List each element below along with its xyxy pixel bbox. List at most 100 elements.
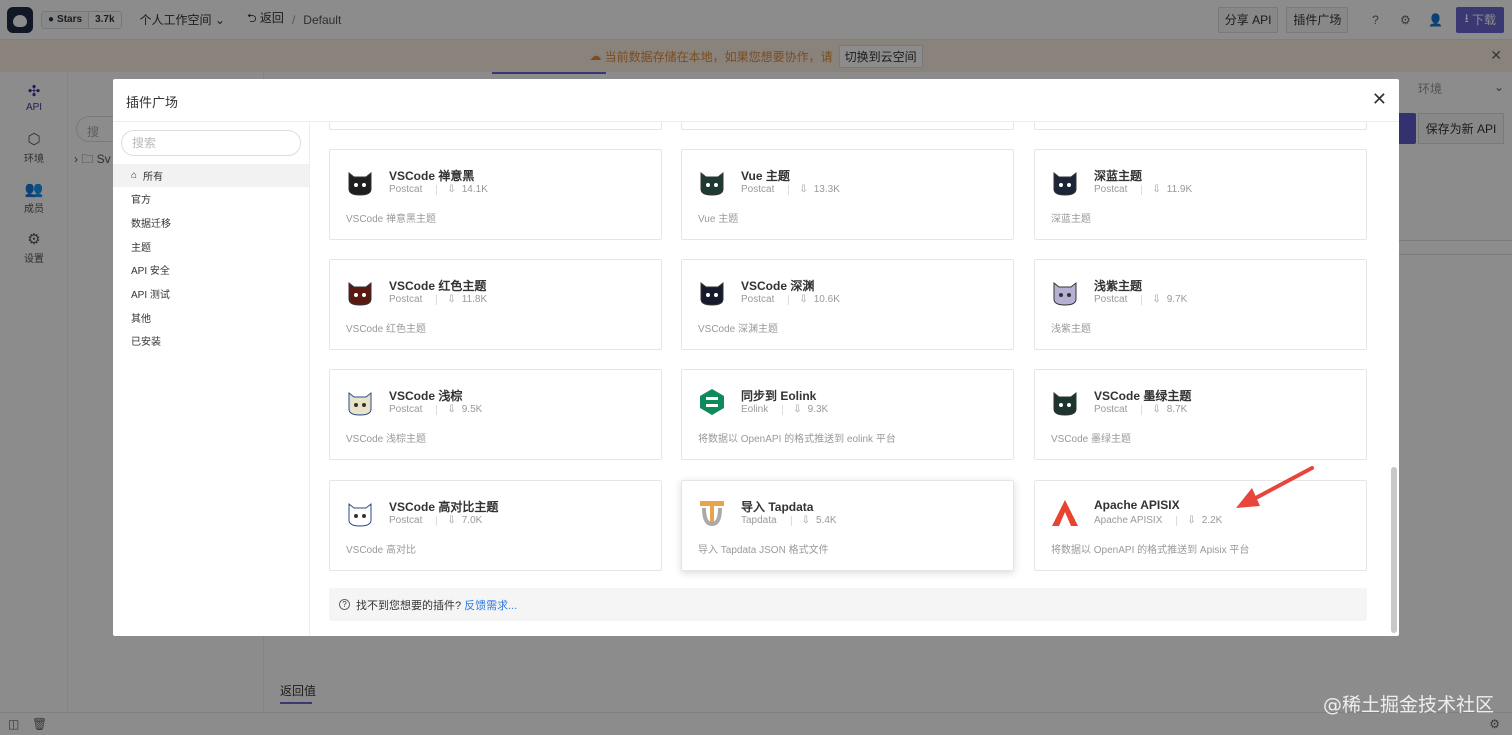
plugin-author: Postcat (741, 294, 775, 305)
category-api-security[interactable]: API 安全 (113, 258, 309, 281)
feedback-link[interactable]: 反馈需求... (464, 597, 517, 613)
plugin-name: VSCode 浅棕 (389, 389, 463, 403)
plugin-name: 导入 Tapdata (741, 500, 814, 514)
plugin-card[interactable] (681, 122, 1014, 130)
plugin-description: VSCode 禅意黑主题 (346, 214, 437, 225)
plugin-downloads: 8.7K (1166, 404, 1188, 415)
download-icon: ⇩ (801, 515, 810, 526)
category-installed[interactable]: 已安装 (113, 329, 309, 352)
download-icon: ⇩ (447, 404, 456, 415)
plugin-name: VSCode 红色主题 (389, 279, 487, 293)
divider (788, 294, 790, 305)
divider (1176, 515, 1178, 526)
plugin-author: Tapdata (741, 515, 777, 526)
category-theme[interactable]: 主题 (113, 235, 309, 258)
plugin-downloads: 5.4K (815, 515, 837, 526)
feedback-bar: ? 找不到您想要的插件? 反馈需求... (329, 588, 1367, 621)
plugin-card[interactable] (1034, 122, 1367, 130)
category-data-migration[interactable]: 数据迁移 (113, 211, 309, 234)
download-icon: ⇩ (1152, 404, 1161, 415)
divider (790, 515, 792, 526)
cat-icon (698, 277, 726, 307)
plugin-card[interactable]: 深蓝主题 Postcat ⇩ 11.9K 深蓝主题 (1034, 149, 1367, 240)
plugin-author: Postcat (1094, 294, 1128, 305)
divider (436, 294, 438, 305)
plugin-author: Postcat (1094, 184, 1128, 195)
plugin-market-dialog: 插件广场 ✕ ⌂所有 官方 数据迁移 主题 API 安全 API 测试 其他 已… (113, 79, 1399, 636)
plugin-name: 同步到 Eolink (741, 389, 817, 403)
plugin-name: VSCode 禅意黑 (389, 169, 475, 183)
plugin-card[interactable]: VSCode 浅棕 Postcat ⇩ 9.5K VSCode 浅棕主题 (329, 369, 662, 460)
plugin-description: 深蓝主题 (1051, 214, 1091, 225)
plugin-downloads: 13.3K (813, 184, 840, 195)
category-api-testing[interactable]: API 测试 (113, 282, 309, 305)
plugin-description: VSCode 红色主题 (346, 324, 427, 335)
plugin-card[interactable]: VSCode 墨绿主题 Postcat ⇩ 8.7K VSCode 墨绿主题 (1034, 369, 1367, 460)
category-official[interactable]: 官方 (113, 187, 309, 210)
plugin-downloads: 2.2K (1201, 515, 1223, 526)
plugin-name: VSCode 墨绿主题 (1094, 389, 1192, 403)
plugin-description: 将数据以 OpenAPI 的格式推送到 Apisix 平台 (1051, 545, 1250, 556)
plugin-name: Vue 主题 (741, 169, 790, 183)
plugin-downloads: 11.8K (461, 294, 488, 305)
category-other[interactable]: 其他 (113, 306, 309, 329)
plugin-downloads: 7.0K (461, 515, 483, 526)
divider (1141, 184, 1143, 195)
download-icon: ⇩ (799, 184, 808, 195)
divider (436, 184, 438, 195)
download-icon: ⇩ (1152, 184, 1161, 195)
plugin-card[interactable]: VSCode 高对比主题 Postcat ⇩ 7.0K VSCode 高对比 (329, 480, 662, 571)
plugin-downloads: 11.9K (1166, 184, 1193, 195)
plugin-name: Apache APISIX (1094, 498, 1180, 512)
download-icon: ⇩ (447, 184, 456, 195)
plugin-card[interactable]: 浅紫主题 Postcat ⇩ 9.7K 浅紫主题 (1034, 259, 1367, 350)
home-icon: ⌂ (131, 170, 138, 181)
arrow-shaft (1250, 466, 1314, 502)
plugin-card[interactable]: VSCode 深渊 Postcat ⇩ 10.6K VSCode 深渊主题 (681, 259, 1014, 350)
plugin-card[interactable]: VSCode 红色主题 Postcat ⇩ 11.8K VSCode 红色主题 (329, 259, 662, 350)
scrollbar[interactable] (1391, 467, 1397, 633)
plugin-author: Postcat (389, 294, 423, 305)
divider (788, 184, 790, 195)
download-icon: ⇩ (1152, 294, 1161, 305)
download-icon: ⇩ (799, 294, 808, 305)
divider (1141, 294, 1143, 305)
plugin-card[interactable]: 同步到 Eolink Eolink ⇩ 9.3K 将数据以 OpenAPI 的格式推送到… (681, 369, 1014, 460)
plugin-card[interactable] (329, 122, 662, 130)
plugin-card[interactable]: Vue 主题 Postcat ⇩ 13.3K Vue 主题 (681, 149, 1014, 240)
category-all[interactable]: ⌂ 所有 (113, 164, 309, 187)
plugin-description: VSCode 高对比 (346, 545, 417, 556)
plugin-description: VSCode 深渊主题 (698, 324, 779, 335)
plugin-description: VSCode 浅棕主题 (346, 434, 427, 445)
tapdata-icon (698, 498, 726, 528)
plugin-card[interactable]: VSCode 禅意黑 Postcat ⇩ 14.1K VSCode 禅意黑主题 (329, 149, 662, 240)
plugin-author: Eolink (741, 404, 769, 415)
cat-icon (346, 498, 374, 528)
plugin-search-input[interactable] (121, 130, 301, 156)
plugin-downloads: 9.7K (1166, 294, 1188, 305)
question-icon: ? (339, 599, 350, 610)
cat-icon (1051, 167, 1079, 197)
download-icon: ⇩ (1187, 515, 1196, 526)
plugin-description: 将数据以 OpenAPI 的格式推送到 eolink 平台 (698, 434, 896, 445)
divider (782, 404, 784, 415)
plugin-name: 深蓝主题 (1094, 169, 1143, 183)
plugin-author: Postcat (389, 184, 423, 195)
plugin-downloads: 14.1K (461, 184, 488, 195)
plugin-author: Postcat (389, 515, 423, 526)
plugin-downloads: 9.5K (461, 404, 483, 415)
download-icon: ⇩ (447, 294, 456, 305)
divider (436, 515, 438, 526)
cat-icon (346, 167, 374, 197)
close-icon[interactable]: ✕ (1372, 89, 1387, 110)
divider (1141, 404, 1143, 415)
plugin-description: 导入 Tapdata JSON 格式文件 (698, 545, 829, 556)
plugin-name: 浅紫主题 (1094, 279, 1143, 293)
red-arrow-annotation (1236, 466, 1314, 508)
plugin-description: 浅紫主题 (1051, 324, 1091, 335)
plugin-name: VSCode 高对比主题 (389, 500, 499, 514)
plugin-grid: VSCode 禅意黑 Postcat ⇩ 14.1K VSCode 禅意黑主题 Vue 主… (310, 122, 1399, 636)
download-icon: ⇩ (793, 404, 802, 415)
plugin-card[interactable]: 导入 Tapdata Tapdata ⇩ 5.4K 导入 Tapdata JSON 格式… (681, 480, 1014, 571)
watermark: @稀土掘金技术社区 (1322, 694, 1494, 716)
